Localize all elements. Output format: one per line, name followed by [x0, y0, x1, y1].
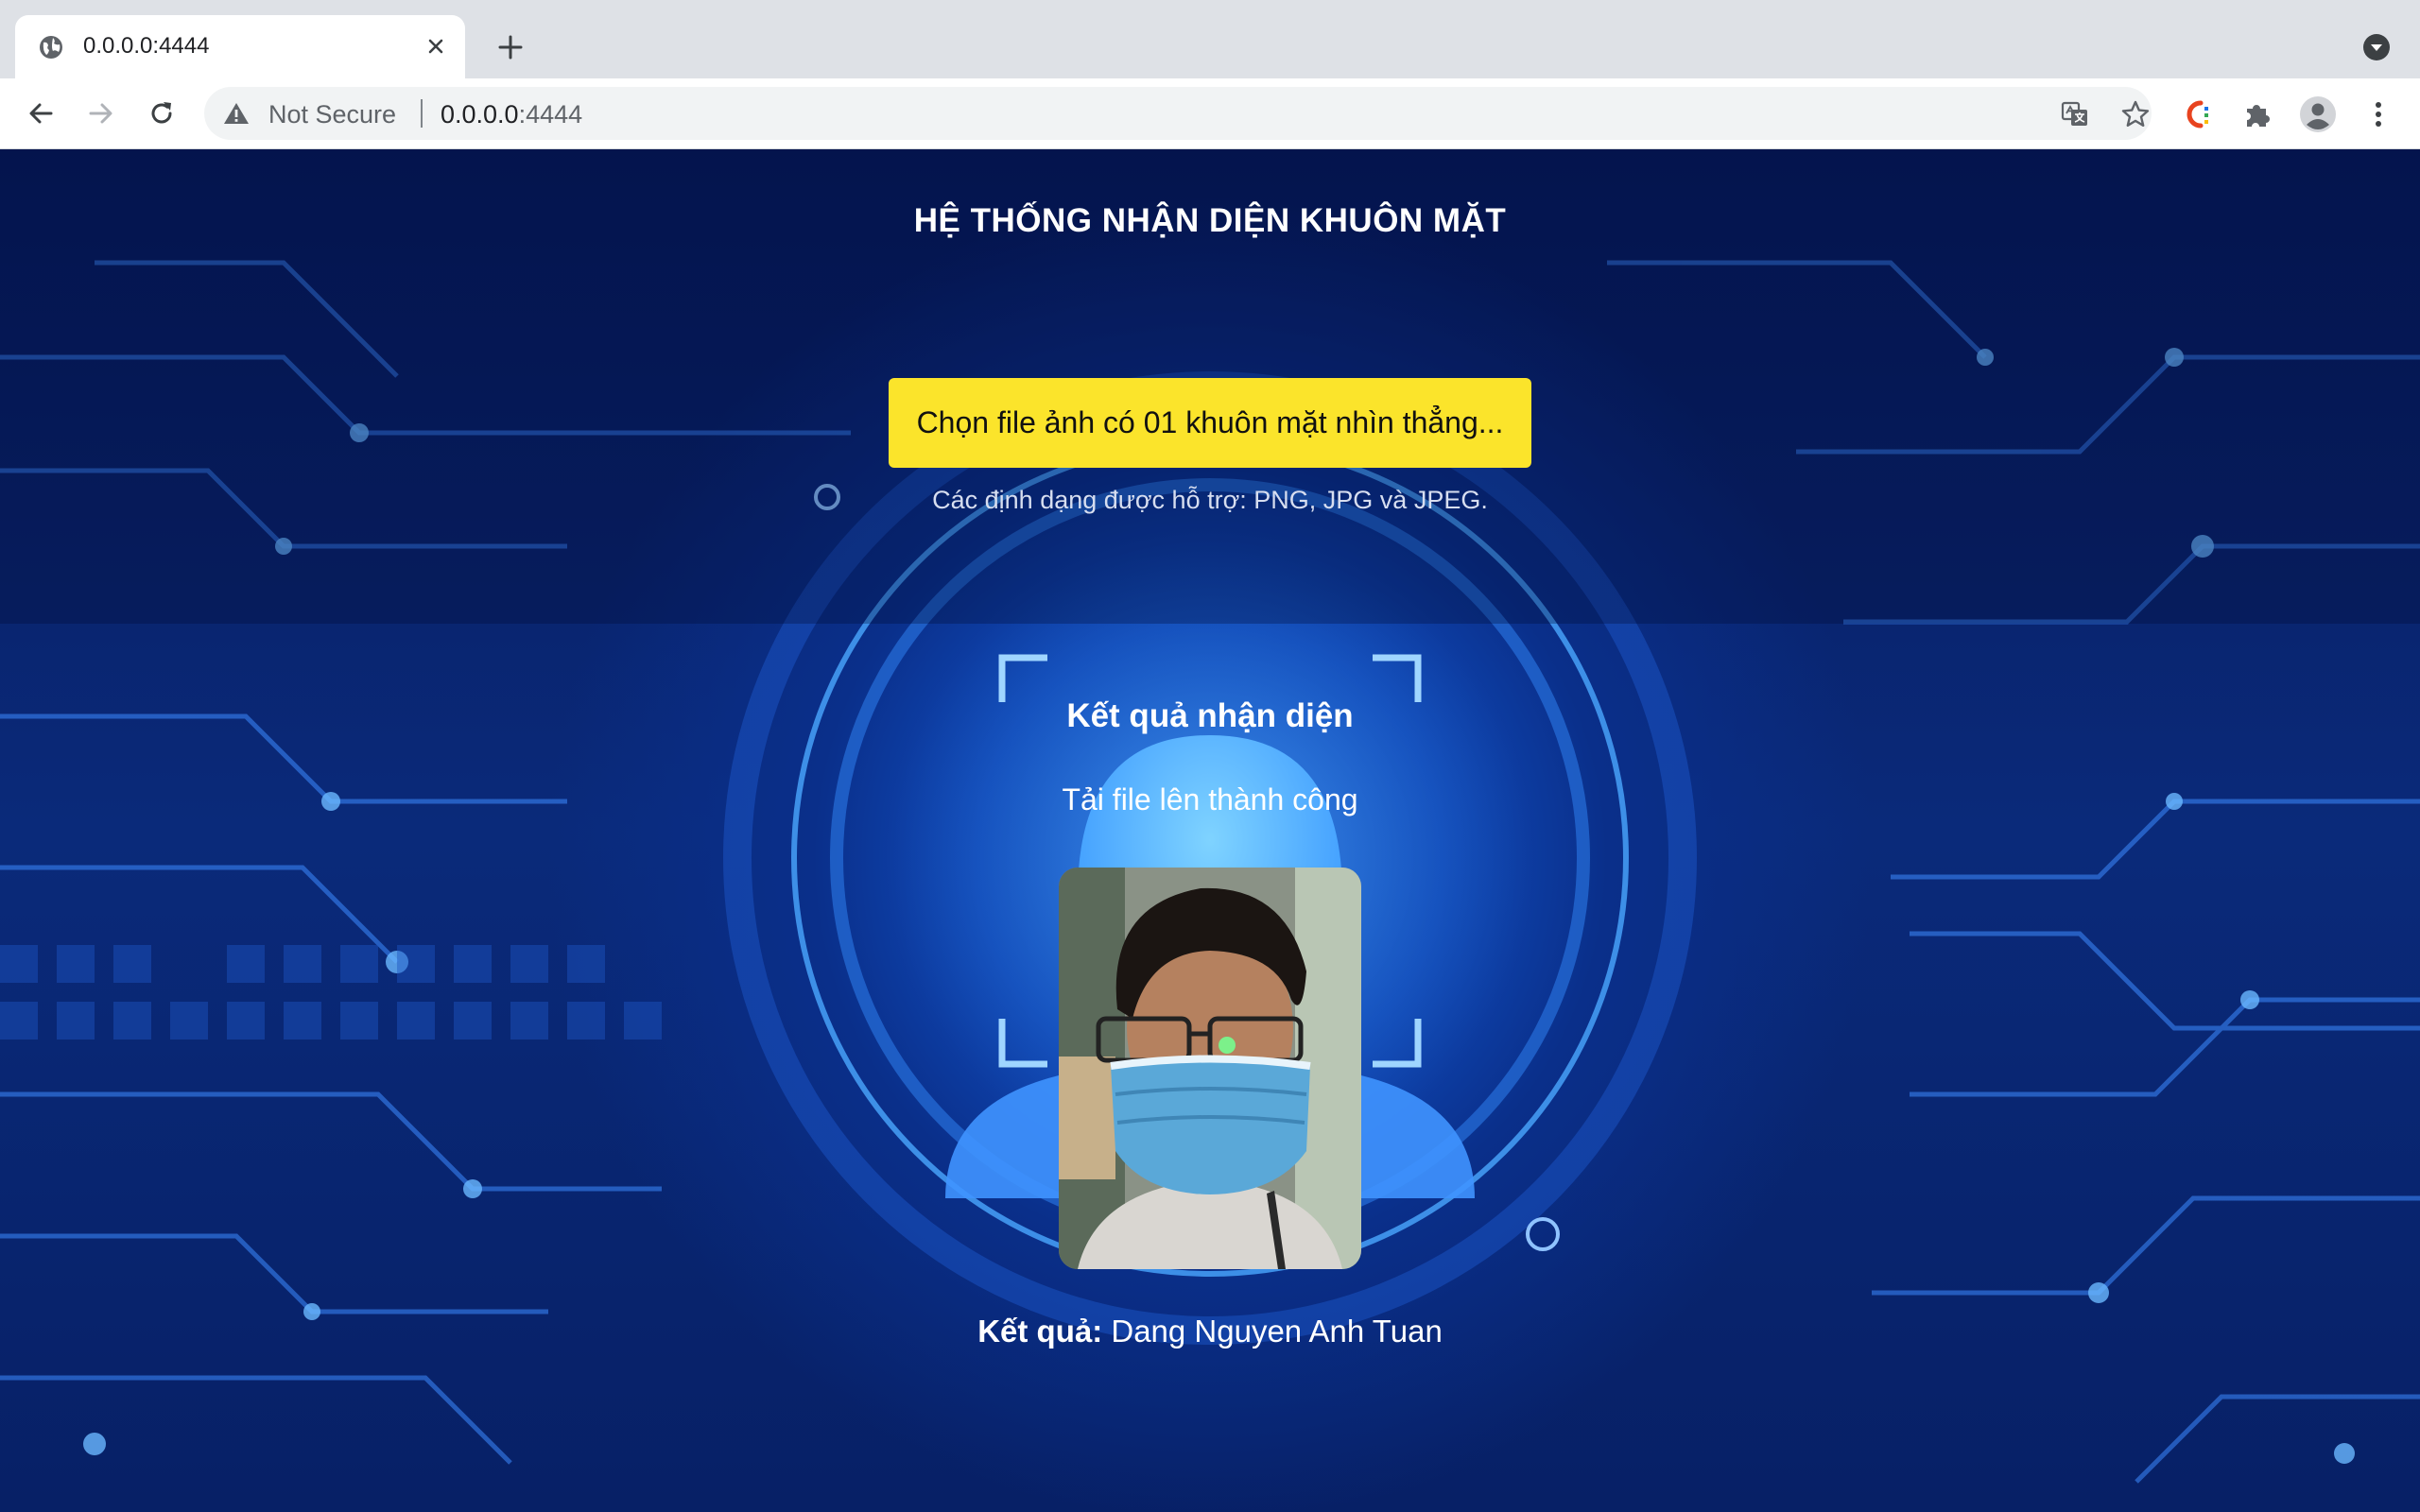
recognized-name: Dang Nguyen Anh Tuan [1111, 1314, 1443, 1349]
url-port: :4444 [518, 100, 583, 129]
recognition-result: Kết quả: Dang Nguyen Anh Tuan [0, 1314, 2420, 1349]
browser-toolbar: Not Secure 0.0.0.0:4444 [0, 78, 2420, 149]
close-tab-icon[interactable] [420, 30, 452, 62]
supported-formats-note: Các định dạng được hỗ trợ: PNG, JPG và J… [932, 486, 1488, 514]
browser-menu-icon[interactable] [2360, 95, 2397, 133]
tab-title: 0.0.0.0:4444 [83, 33, 210, 59]
translate-icon[interactable] [2059, 98, 2091, 130]
extension-c-icon[interactable] [2178, 95, 2216, 133]
tab-search-chevron-icon[interactable] [2360, 30, 2394, 64]
result-heading: Kết quả nhận diện [1066, 697, 1354, 734]
tab-strip: 0.0.0.0:4444 [0, 0, 2420, 78]
profile-avatar-icon[interactable] [2299, 95, 2337, 133]
uploaded-face-photo [1059, 868, 1361, 1269]
reload-icon[interactable] [142, 94, 182, 133]
extensions-puzzle-icon[interactable] [2238, 95, 2276, 133]
upload-status-message: Tải file lên thành công [1062, 782, 1358, 816]
choose-image-file-button[interactable]: Chọn file ảnh có 01 khuôn mặt nhìn thẳng… [889, 378, 1531, 468]
warning-triangle-icon [224, 103, 249, 124]
page-title: HỆ THỐNG NHẬN DIỆN KHUÔN MẶT [913, 202, 1507, 239]
web-page: HỆ THỐNG NHẬN DIỆN KHUÔN MẶT Chọn file ả… [0, 149, 2420, 1512]
url-text[interactable]: 0.0.0.0:4444 [441, 100, 582, 129]
forward-arrow-icon[interactable] [81, 94, 121, 133]
address-bar[interactable]: Not Secure 0.0.0.0:4444 [204, 87, 2152, 140]
url-host: 0.0.0.0 [441, 100, 519, 129]
new-tab-plus-icon[interactable] [492, 28, 529, 66]
omnibox-divider [421, 99, 423, 128]
result-label: Kết quả: [977, 1314, 1103, 1349]
back-arrow-icon[interactable] [21, 94, 60, 133]
not-secure-label[interactable]: Not Secure [268, 100, 396, 129]
globe-icon [40, 36, 62, 59]
bookmark-star-icon[interactable] [2119, 98, 2152, 130]
browser-tab[interactable]: 0.0.0.0:4444 [15, 15, 465, 78]
